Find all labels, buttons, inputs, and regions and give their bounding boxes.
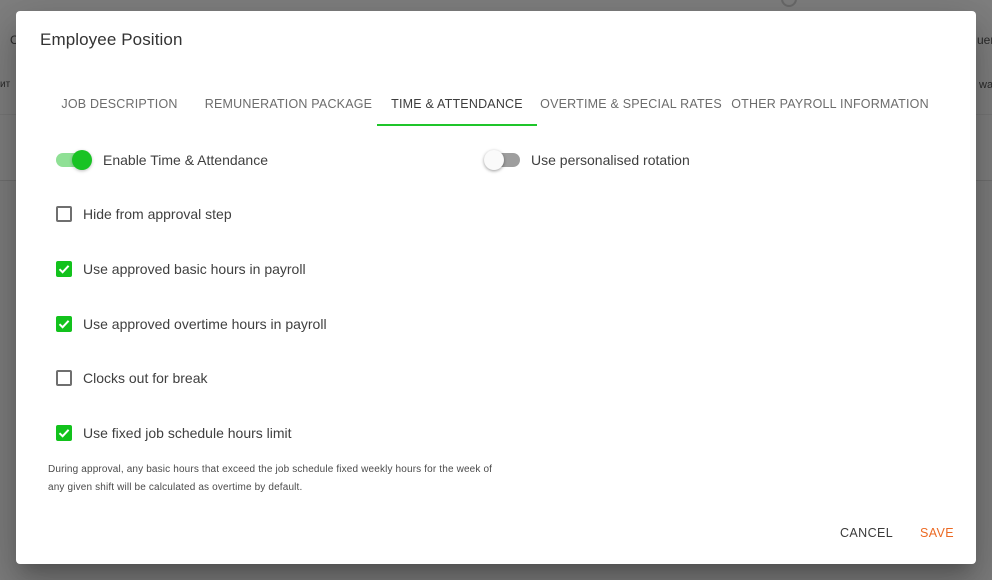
clocks-out-for-break-checkbox[interactable] bbox=[56, 370, 72, 386]
approved-overtime-hours-checkbox[interactable] bbox=[56, 316, 72, 332]
personalised-rotation-switch[interactable] bbox=[484, 150, 520, 170]
approved-overtime-hours-label: Use approved overtime hours in payroll bbox=[83, 316, 327, 332]
switch-thumb bbox=[484, 150, 504, 170]
fixed-schedule-hours-limit-row: Use fixed job schedule hours limit bbox=[56, 425, 292, 441]
fixed-schedule-hours-limit-checkbox[interactable] bbox=[56, 425, 72, 441]
save-button[interactable]: SAVE bbox=[920, 526, 954, 540]
tab-time-attendance[interactable]: TIME & ATTENDANCE bbox=[377, 81, 537, 126]
switch-thumb bbox=[72, 150, 92, 170]
clocks-out-for-break-row: Clocks out for break bbox=[56, 370, 208, 386]
approved-overtime-hours-row: Use approved overtime hours in payroll bbox=[56, 316, 327, 332]
cancel-button[interactable]: CANCEL bbox=[840, 526, 893, 540]
background-text-fragment: uer bbox=[977, 33, 992, 47]
personalised-rotation-label: Use personalised rotation bbox=[531, 152, 690, 168]
enable-time-attendance-label: Enable Time & Attendance bbox=[103, 152, 268, 168]
hide-from-approval-row: Hide from approval step bbox=[56, 206, 232, 222]
checkmark-icon bbox=[58, 320, 70, 329]
approved-basic-hours-label: Use approved basic hours in payroll bbox=[83, 261, 306, 277]
clocks-out-for-break-label: Clocks out for break bbox=[83, 370, 208, 386]
background-text-fragment: ит bbox=[0, 79, 11, 90]
dialog-title: Employee Position bbox=[40, 30, 183, 49]
background-text-fragment: wa bbox=[979, 79, 992, 91]
checkmark-icon bbox=[58, 429, 70, 438]
tab-job-description[interactable]: JOB DESCRIPTION bbox=[56, 81, 183, 126]
tab-overtime-special-rates[interactable]: OVERTIME & SPECIAL RATES bbox=[540, 81, 722, 126]
personalised-rotation-toggle-row: Use personalised rotation bbox=[484, 150, 690, 170]
hide-from-approval-checkbox[interactable] bbox=[56, 206, 72, 222]
tab-other-payroll-information[interactable]: OTHER PAYROLL INFORMATION bbox=[731, 81, 928, 126]
approved-basic-hours-row: Use approved basic hours in payroll bbox=[56, 261, 306, 277]
hide-from-approval-label: Hide from approval step bbox=[83, 206, 232, 222]
tab-bar: JOB DESCRIPTION REMUNERATION PACKAGE TIM… bbox=[16, 81, 976, 126]
enable-time-attendance-toggle-row: Enable Time & Attendance bbox=[56, 150, 268, 170]
tab-remuneration-package[interactable]: REMUNERATION PACKAGE bbox=[201, 81, 376, 126]
approved-basic-hours-checkbox[interactable] bbox=[56, 261, 72, 277]
employee-position-dialog: Employee Position JOB DESCRIPTION REMUNE… bbox=[16, 11, 976, 564]
fixed-schedule-hours-limit-label: Use fixed job schedule hours limit bbox=[83, 425, 292, 441]
enable-time-attendance-switch[interactable] bbox=[56, 150, 92, 170]
active-tab-indicator bbox=[377, 124, 537, 126]
fixed-schedule-helper-text: During approval, any basic hours that ex… bbox=[48, 464, 493, 493]
checkmark-icon bbox=[58, 265, 70, 274]
